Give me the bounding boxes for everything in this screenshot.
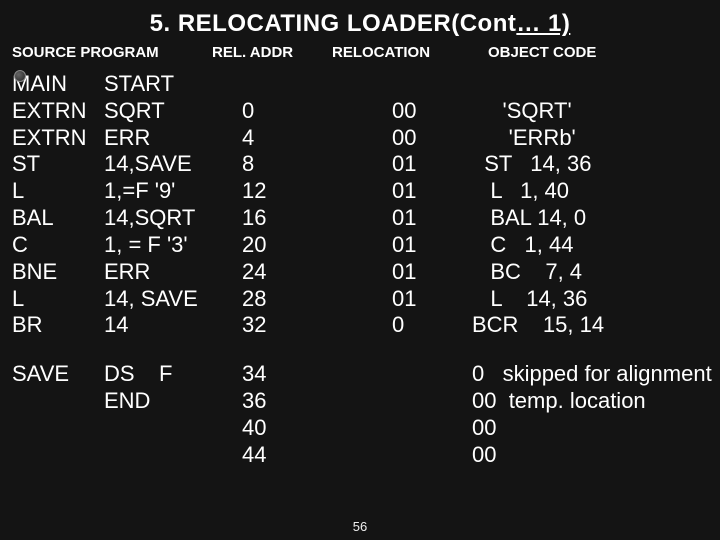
table-row: BNEERR24 01 BC 7, 4: [12, 259, 720, 286]
table-row: C1, = F '3'20 01 C 1, 44: [12, 232, 720, 259]
table-row: BAL14,SQRT16 01 BAL 14, 0: [12, 205, 720, 232]
title-text-underline: … 1): [516, 10, 570, 37]
page-number: 56: [0, 519, 720, 534]
title-text-plain: 5. RELOCATING LOADER(Cont: [150, 10, 517, 37]
column-headers: SOURCE PROGRAM REL. ADDR RELOCATION OBJE…: [0, 38, 720, 71]
header-source: SOURCE PROGRAM: [0, 44, 212, 61]
table-row: 4400: [12, 442, 720, 469]
table-row: 4000: [12, 415, 720, 442]
table-row: EXTRNSQRT000 'SQRT': [12, 98, 720, 125]
header-rel-addr: REL. ADDR: [212, 44, 332, 61]
bullet-decor: [14, 70, 26, 82]
table-row: BR1432 0BCR 15, 14: [12, 312, 720, 339]
listing-block-1: MAINSTART EXTRNSQRT000 'SQRT' EXTRNERR40…: [0, 71, 720, 469]
table-row: ST14,SAVE801 ST 14, 36: [12, 151, 720, 178]
table-row: END3600 temp. location: [12, 388, 720, 415]
table-row: EXTRNERR400 'ERRb': [12, 125, 720, 152]
slide-title: 5. RELOCATING LOADER(Cont… 1): [0, 0, 720, 38]
table-row: SAVEDS F340 skipped for alignment: [12, 361, 720, 388]
table-row: L14, SAVE2801 L 14, 36: [12, 286, 720, 313]
table-row: L1,=F '9'12 01 L 1, 40: [12, 178, 720, 205]
header-object-code: OBJECT CODE: [488, 44, 720, 61]
header-relocation: RELOCATION: [332, 44, 488, 61]
table-row: MAINSTART: [12, 71, 720, 98]
